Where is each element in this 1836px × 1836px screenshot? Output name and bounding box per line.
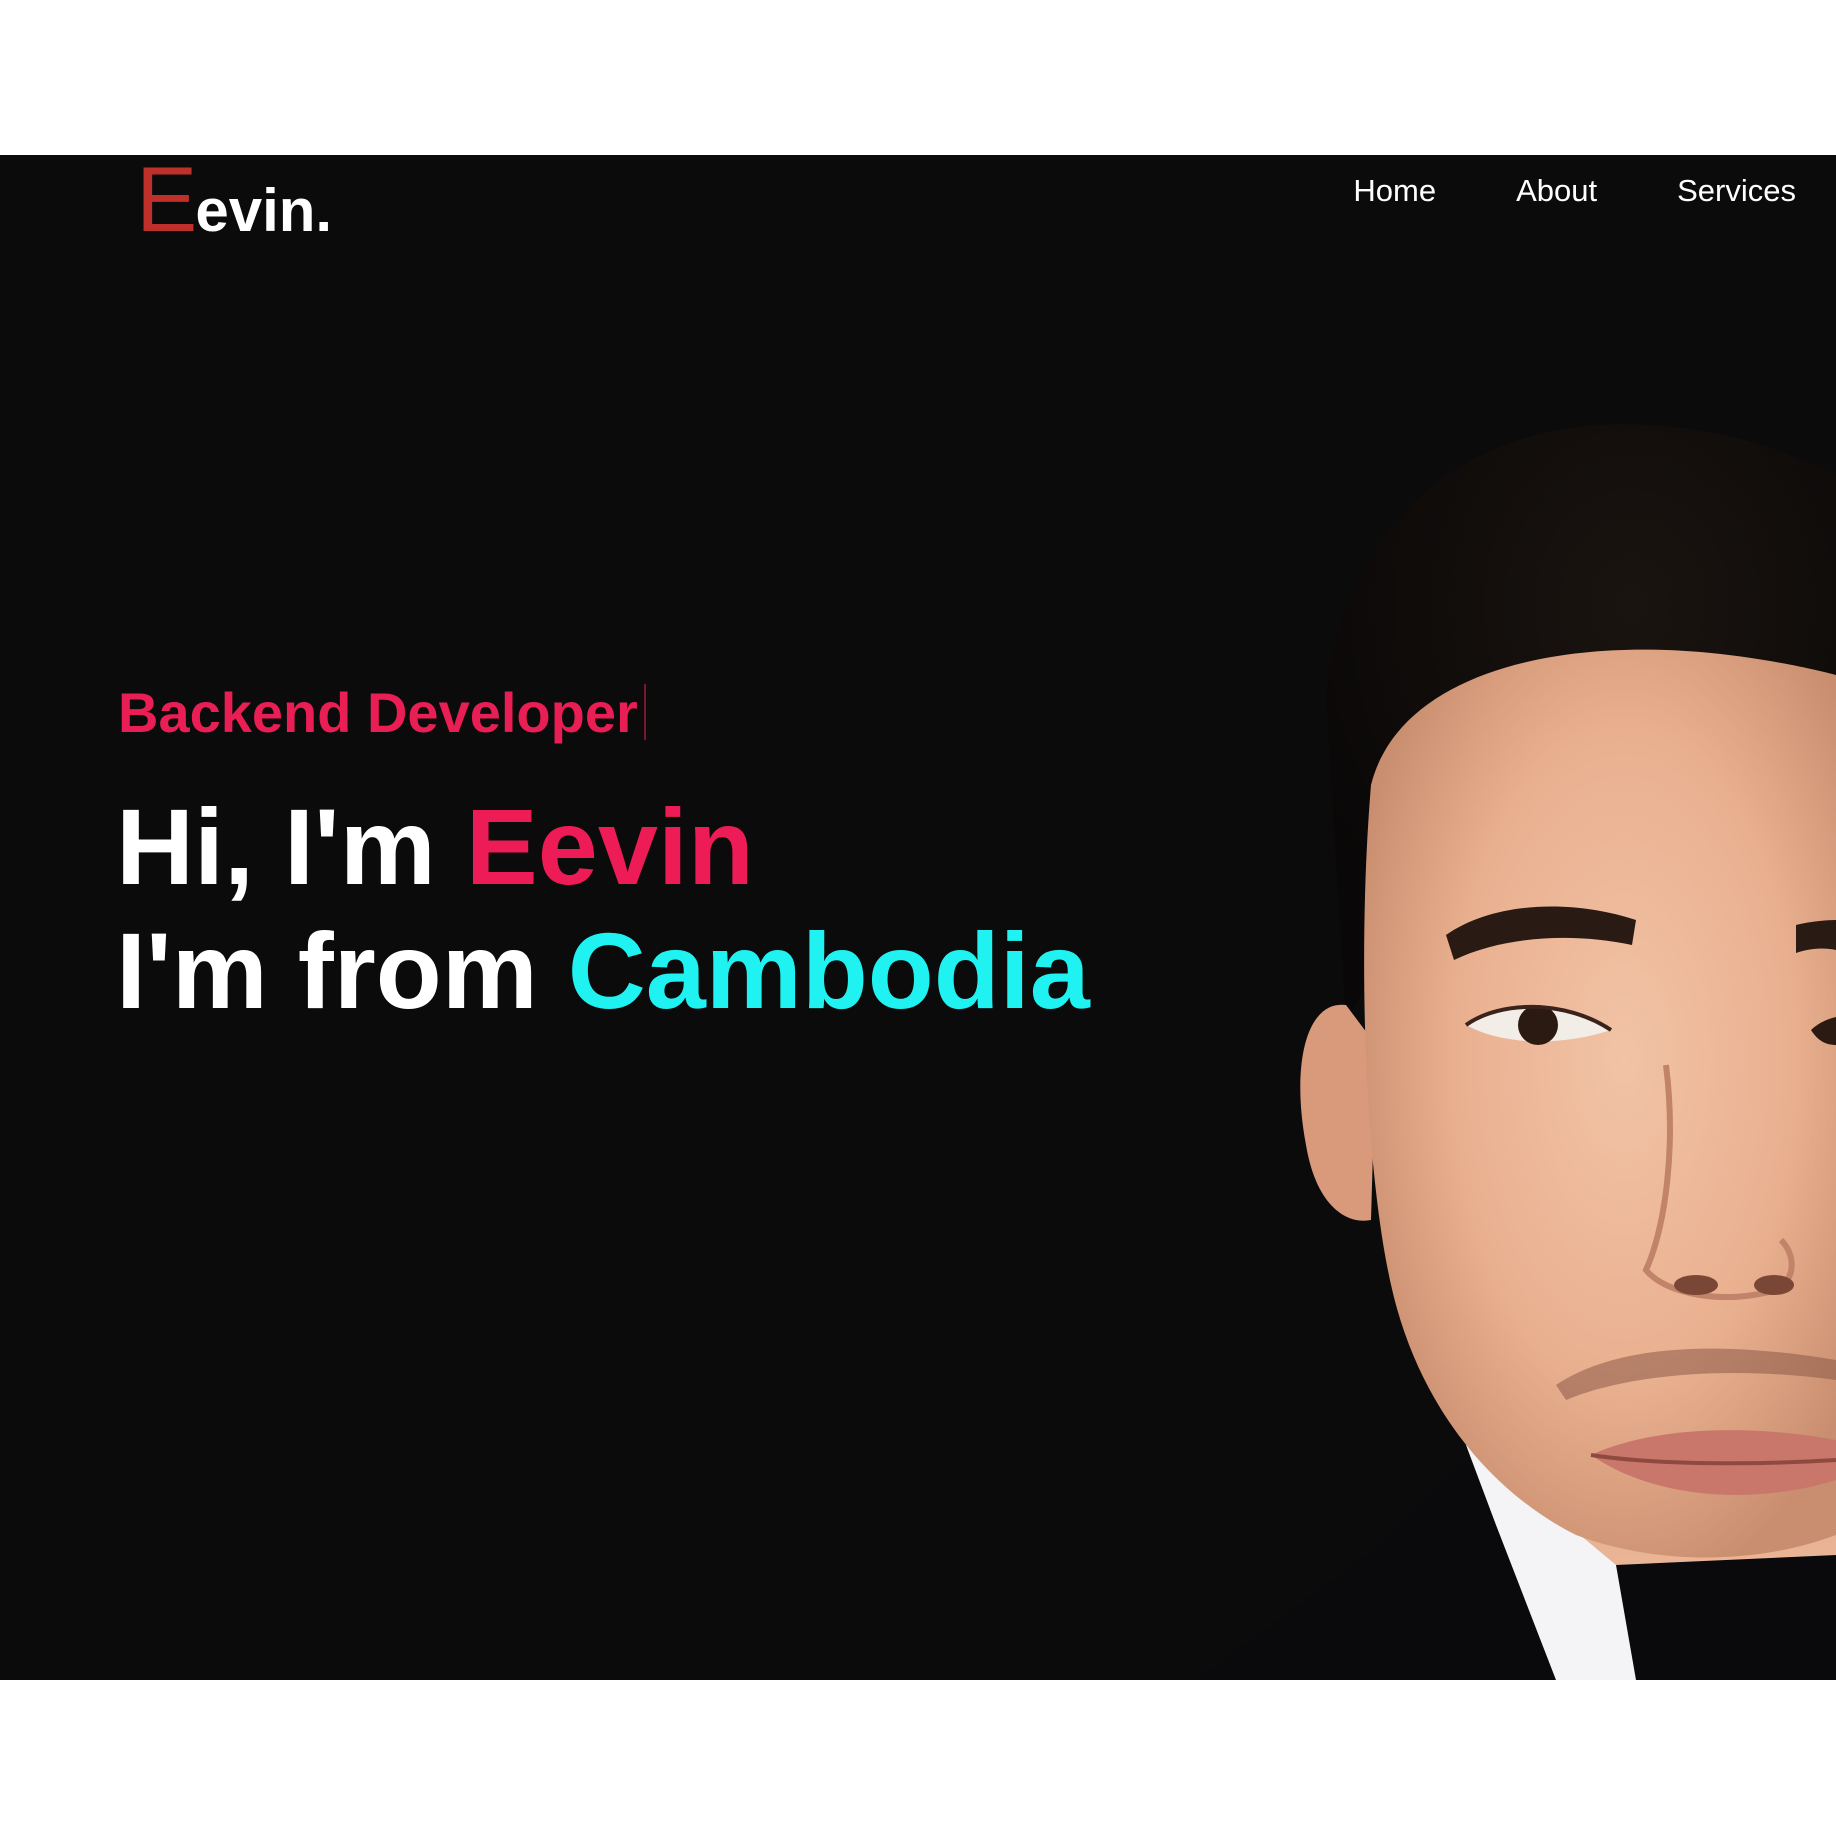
nav-home-link[interactable]: Home xyxy=(1353,173,1436,209)
nav-services-link[interactable]: Services xyxy=(1677,173,1796,209)
hero-section: Eevin. Home About Services Backend Devel… xyxy=(0,155,1836,1680)
logo-initial: E xyxy=(136,155,197,251)
nav-about-link[interactable]: About xyxy=(1516,173,1597,209)
role-subtitle: Backend Developer xyxy=(118,680,646,745)
portrait-photo xyxy=(1196,424,1836,1680)
greeting-text: Hi, I'm xyxy=(116,786,466,907)
role-text: Backend Developer xyxy=(118,681,638,744)
headline-line-1: Hi, I'm Eevin xyxy=(116,785,1090,909)
hero-headline: Hi, I'm Eevin I'm from Cambodia xyxy=(116,785,1090,1033)
highlight-country: Cambodia xyxy=(567,910,1090,1031)
typing-caret xyxy=(643,684,646,740)
logo-text: evin. xyxy=(195,177,333,244)
site-logo[interactable]: Eevin. xyxy=(136,155,333,246)
headline-line-2: I'm from Cambodia xyxy=(116,909,1090,1033)
origin-text: I'm from xyxy=(116,910,568,1031)
highlight-name: Eevin xyxy=(465,786,754,907)
main-nav: Home About Services xyxy=(1353,173,1796,209)
